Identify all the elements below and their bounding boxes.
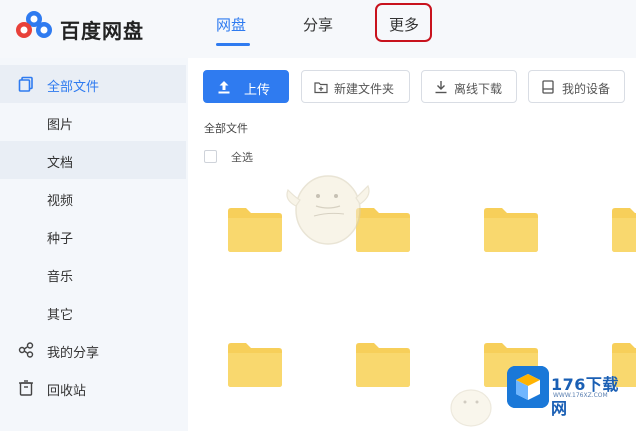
baidu-netdisk-logo[interactable]: 百度网盘 (14, 8, 164, 43)
sidebar-item-videos[interactable]: 视频 (0, 179, 186, 217)
sidebar-item-torrents[interactable]: 种子 (0, 217, 186, 255)
mascot-watermark-icon (286, 175, 370, 245)
sidebar-item-label: 我的分享 (47, 346, 100, 361)
tab-share[interactable]: 分享 (303, 14, 333, 35)
sidebar-item-label: 文档 (47, 156, 74, 171)
sidebar-item-documents[interactable]: 文档 (0, 141, 186, 179)
upload-icon (218, 81, 230, 94)
all-files-icon (18, 76, 33, 92)
folder-icon[interactable] (226, 207, 284, 253)
sidebar-item-all-files[interactable]: 全部文件 (0, 65, 186, 103)
new-folder-label: 新建文件夹 (334, 82, 395, 96)
new-folder-icon (314, 82, 328, 94)
select-all-label[interactable]: 全选 (231, 149, 253, 165)
my-devices-label: 我的设备 (562, 82, 611, 96)
offline-download-label: 离线下载 (454, 82, 503, 96)
upload-label: 上传 (244, 83, 271, 98)
highlight-box (375, 3, 432, 42)
mascot-watermark-icon (450, 389, 492, 427)
upload-button[interactable]: 上传 (203, 70, 289, 103)
sidebar: 全部文件 图片 文档 视频 种子 音乐 其它 我的分享 回收站 (0, 58, 186, 431)
share-icon (18, 342, 34, 358)
folder-icon[interactable] (610, 207, 636, 253)
watermark-url: WWW.176XZ.COM (553, 392, 608, 399)
breadcrumb[interactable]: 全部文件 (204, 120, 248, 136)
trash-icon (19, 380, 33, 396)
active-tab-indicator (216, 43, 250, 46)
cube-logo-icon (507, 366, 549, 408)
sidebar-item-recycle-bin[interactable]: 回收站 (0, 369, 186, 407)
folder-icon[interactable] (354, 342, 412, 388)
device-icon (542, 80, 554, 94)
top-bar: 百度网盘 网盘 分享 更多 (0, 0, 636, 58)
select-all-checkbox[interactable] (204, 150, 217, 163)
offline-download-button[interactable]: 离线下载 (421, 70, 517, 103)
sidebar-item-my-shares[interactable]: 我的分享 (0, 331, 186, 369)
sidebar-item-others[interactable]: 其它 (0, 293, 186, 331)
tab-netdisk[interactable]: 网盘 (216, 14, 246, 35)
sidebar-item-label: 音乐 (47, 270, 74, 285)
new-folder-button[interactable]: 新建文件夹 (301, 70, 410, 103)
sidebar-item-images[interactable]: 图片 (0, 103, 186, 141)
sidebar-item-music[interactable]: 音乐 (0, 255, 186, 293)
sidebar-item-label: 其它 (47, 308, 74, 323)
my-devices-button[interactable]: 我的设备 (528, 70, 625, 103)
sidebar-item-label: 视频 (47, 194, 74, 209)
baidu-cloud-logo-icon (16, 11, 52, 38)
sidebar-item-label: 全部文件 (47, 80, 100, 95)
sidebar-item-label: 回收站 (47, 384, 87, 399)
brand-name: 百度网盘 (60, 19, 144, 43)
download-icon (435, 81, 447, 94)
sidebar-item-label: 种子 (47, 232, 74, 247)
sidebar-item-label: 图片 (47, 118, 74, 133)
site-watermark: 176下载网 WWW.176XZ.COM (507, 366, 632, 418)
folder-icon[interactable] (482, 207, 540, 253)
folder-icon[interactable] (226, 342, 284, 388)
